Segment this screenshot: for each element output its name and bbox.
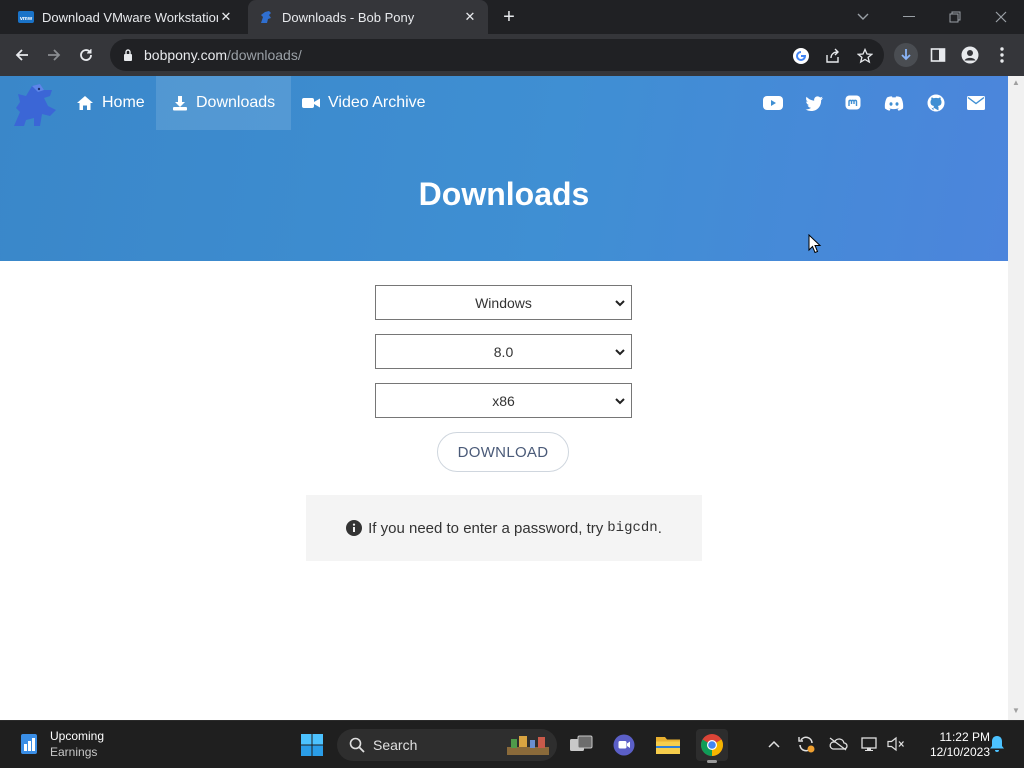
nav-home-label: Home	[102, 94, 145, 111]
share-icon[interactable]	[824, 47, 842, 65]
hero-banner: Home Downloads Video Archive Downloads	[0, 76, 1008, 261]
hint-suffix: .	[657, 519, 662, 537]
vmware-icon: vmw	[18, 9, 34, 25]
profile-icon[interactable]	[958, 43, 982, 67]
site-nav: Home Downloads Video Archive	[0, 76, 1008, 130]
menu-kebab-icon[interactable]	[990, 43, 1014, 67]
page-scrollbar[interactable]: ▲ ▼	[1008, 76, 1024, 720]
minimize-button[interactable]	[886, 0, 932, 34]
chevron-down-icon	[614, 296, 626, 308]
close-window-button[interactable]	[978, 0, 1024, 34]
twitter-icon[interactable]	[804, 93, 824, 113]
taskbar-search[interactable]: Search	[337, 729, 557, 761]
onedrive-icon[interactable]	[827, 733, 849, 755]
chevron-down-icon	[614, 394, 626, 406]
restore-button[interactable]	[932, 0, 978, 34]
network-icon[interactable]	[859, 733, 881, 755]
close-tab-icon[interactable]: ✕	[462, 9, 478, 25]
bookmark-star-icon[interactable]	[856, 47, 874, 65]
mouse-cursor-icon	[808, 233, 822, 254]
tab-strip: vmw Download VMware Workstation ✕ Downlo…	[0, 0, 1024, 34]
close-tab-icon[interactable]: ✕	[218, 9, 234, 25]
task-view-icon[interactable]	[565, 729, 597, 761]
password-hint: If you need to enter a password, try big…	[306, 495, 702, 561]
start-button[interactable]	[296, 729, 328, 761]
taskbar-clock[interactable]: 11:22 PM 12/10/2023	[912, 730, 990, 760]
nav-video-archive-label: Video Archive	[328, 94, 426, 111]
os-select-value: Windows	[475, 294, 532, 311]
nav-home[interactable]: Home	[60, 76, 161, 130]
nav-downloads[interactable]: Downloads	[156, 76, 292, 130]
volume-muted-icon[interactable]	[885, 733, 907, 755]
widget-subtitle: Earnings	[50, 745, 98, 759]
tab-title: Download VMware Workstation	[42, 9, 218, 25]
notification-bell-icon[interactable]	[986, 733, 1008, 755]
search-label: Search	[373, 737, 418, 753]
discord-icon[interactable]	[884, 93, 904, 113]
arch-select-value: x86	[492, 392, 515, 409]
side-panel-icon[interactable]	[926, 43, 950, 67]
scroll-down-icon[interactable]: ▼	[1012, 706, 1020, 715]
new-tab-button[interactable]: +	[498, 6, 520, 28]
url-text: bobpony.com/downloads/	[144, 47, 302, 63]
download-icon	[172, 95, 188, 111]
bobpony-icon	[258, 9, 274, 25]
email-icon[interactable]	[966, 93, 986, 113]
lock-icon[interactable]	[120, 49, 136, 61]
version-select-value: 8.0	[493, 343, 514, 360]
home-icon	[76, 95, 94, 111]
forward-icon[interactable]	[42, 43, 66, 67]
hint-text: If you need to enter a password, try	[368, 519, 604, 537]
youtube-icon[interactable]	[763, 93, 783, 113]
os-select[interactable]: Windows	[375, 285, 632, 320]
search-icon	[349, 737, 365, 753]
chrome-icon[interactable]	[696, 729, 728, 763]
tab-bobpony[interactable]: Downloads - Bob Pony ✕	[248, 0, 488, 34]
hint-password: bigcdn	[607, 520, 658, 536]
clock-time: 11:22 PM	[939, 730, 990, 744]
github-icon[interactable]	[926, 93, 946, 113]
info-icon	[346, 520, 363, 536]
tab-vmware[interactable]: vmw Download VMware Workstation ✕	[8, 0, 244, 34]
video-camera-icon	[302, 96, 320, 110]
bobpony-logo-icon[interactable]	[10, 80, 60, 130]
page-title: Downloads	[418, 176, 590, 212]
address-bar[interactable]: bobpony.com/downloads/	[110, 39, 884, 71]
widgets-button[interactable]: Upcoming Earnings	[18, 729, 104, 759]
download-status-icon[interactable]	[894, 43, 918, 67]
svg-text:vmw: vmw	[20, 16, 33, 22]
show-hidden-icons-icon[interactable]	[763, 733, 785, 755]
scroll-up-icon[interactable]: ▲	[1012, 78, 1020, 87]
version-select[interactable]: 8.0	[375, 334, 632, 369]
chevron-down-icon	[614, 345, 626, 357]
google-lens-icon[interactable]	[792, 47, 810, 65]
page-viewport: Home Downloads Video Archive Downloads W…	[0, 76, 1008, 720]
nav-video-archive[interactable]: Video Archive	[286, 76, 442, 130]
reload-icon[interactable]	[74, 43, 98, 67]
url-host: bobpony.com	[144, 47, 228, 63]
update-sync-icon[interactable]	[795, 733, 817, 755]
search-highlight-icon	[505, 733, 551, 757]
teams-chat-icon[interactable]	[608, 729, 640, 761]
widget-title: Upcoming	[50, 729, 105, 743]
file-explorer-icon[interactable]	[652, 729, 684, 761]
mastodon-icon[interactable]	[843, 93, 863, 113]
arch-select[interactable]: x86	[375, 383, 632, 418]
browser-toolbar: bobpony.com/downloads/	[0, 34, 1024, 76]
download-button[interactable]: DOWNLOAD	[437, 432, 569, 472]
nav-downloads-label: Downloads	[196, 94, 276, 111]
back-icon[interactable]	[10, 43, 34, 67]
stock-chart-icon	[18, 732, 40, 756]
url-path: /downloads/	[227, 47, 302, 63]
windows-taskbar: Upcoming Earnings Search 11:22 PM 12/10/…	[0, 720, 1024, 768]
clock-date: 12/10/2023	[929, 745, 990, 759]
tab-search-icon[interactable]	[840, 0, 886, 34]
tab-title: Downloads - Bob Pony	[282, 9, 415, 25]
